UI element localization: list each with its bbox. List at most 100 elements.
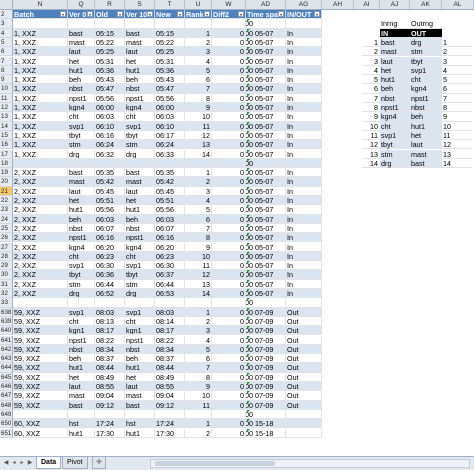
side-outrng-cell[interactable]: beh (410, 112, 442, 122)
time-span-cell[interactable]: 0005-07 (246, 130, 286, 141)
table-cell[interactable] (125, 298, 155, 308)
table-cell[interactable]: 05:15 (95, 28, 125, 38)
table-cell[interactable]: svp1 (125, 261, 155, 271)
table-cell[interactable]: svp1 (68, 307, 95, 317)
table-cell[interactable]: 1, XXZ (13, 130, 68, 141)
table-cell[interactable]: 05:42 (95, 177, 125, 187)
in-out-cell[interactable]: In (286, 140, 322, 150)
table-cell[interactable]: 8 (185, 93, 212, 103)
column-header-u[interactable]: U (185, 0, 212, 9)
table-cell[interactable]: hut1 (125, 428, 155, 438)
table-cell[interactable]: tbyt (125, 270, 155, 280)
table-cell[interactable]: cht (125, 251, 155, 262)
table-cell[interactable]: mast (125, 177, 155, 187)
add-sheet-icon[interactable]: ✚ (92, 457, 106, 469)
table-cell[interactable]: 08:34 (95, 344, 125, 355)
table-cell[interactable]: 3 (185, 47, 212, 57)
table-cell[interactable]: 08:03 (95, 307, 125, 317)
table-cell[interactable]: 0 (212, 84, 246, 94)
side-inrng-cell[interactable]: stm (380, 149, 410, 159)
table-cell[interactable]: laut (125, 186, 155, 196)
row-number[interactable]: 33 (0, 298, 13, 308)
table-cell[interactable]: 59, XXZ (13, 307, 68, 317)
row-number[interactable]: 643 (0, 354, 13, 364)
in-out-cell[interactable]: In (286, 149, 322, 159)
table-cell[interactable]: 1, XXZ (13, 47, 68, 57)
in-out-cell[interactable]: Out (286, 307, 322, 317)
table-cell[interactable]: 17:30 (155, 428, 185, 438)
row-number[interactable]: 640 (0, 326, 13, 336)
table-cell[interactable]: 06:03 (155, 214, 185, 224)
table-cell[interactable]: 1, XXZ (13, 121, 68, 131)
side-row-number[interactable]: 3 (362, 57, 380, 66)
table-cell[interactable]: 1 (185, 307, 212, 317)
table-cell[interactable]: 06:30 (95, 261, 125, 271)
table-cell[interactable]: drg (68, 289, 95, 299)
side-index-cell[interactable]: 2 (442, 47, 472, 57)
table-cell[interactable]: 08:37 (155, 354, 185, 364)
table-cell[interactable]: cht (125, 112, 155, 122)
table-cell[interactable] (125, 409, 155, 420)
table-cell[interactable]: 59, XXZ (13, 400, 68, 410)
table-cell[interactable]: stm (68, 140, 95, 150)
table-cell[interactable]: 4 (185, 335, 212, 345)
table-cell[interactable]: 13 (185, 279, 212, 289)
table-cell[interactable]: 1, XXZ (13, 65, 68, 76)
row-number[interactable]: 17 (0, 149, 13, 159)
time-span-cell[interactable]: 0007-09 (246, 354, 286, 364)
table-cell[interactable]: 08:55 (95, 382, 125, 392)
table-cell[interactable]: laut (68, 382, 95, 392)
row-number[interactable]: 5 (0, 37, 13, 48)
side-row-number[interactable]: 4 (362, 66, 380, 76)
table-cell[interactable]: 2, XXZ (13, 223, 68, 234)
table-cell[interactable]: 2, XXZ (13, 270, 68, 280)
table-cell[interactable]: 11 (185, 121, 212, 131)
table-cell[interactable]: 05:31 (155, 56, 185, 66)
row-number[interactable]: 16 (0, 140, 13, 150)
in-out-cell[interactable]: In (286, 47, 322, 57)
table-cell[interactable]: 05:15 (155, 28, 185, 38)
table-cell[interactable]: 06:17 (155, 130, 185, 141)
filter-dropdown-icon[interactable] (60, 11, 66, 17)
table-cell[interactable]: 4 (185, 56, 212, 66)
filter-dropdown-icon[interactable] (278, 11, 284, 17)
in-out-cell[interactable]: Out (286, 326, 322, 336)
table-cell[interactable]: 2 (185, 316, 212, 327)
table-cell[interactable]: hut1 (68, 363, 95, 373)
table-cell[interactable]: 0 (212, 233, 246, 243)
table-cell[interactable]: 05:56 (155, 93, 185, 103)
select-all-corner[interactable] (0, 0, 13, 9)
filter-dropdown-icon[interactable] (204, 11, 210, 17)
row-number[interactable]: 2 (0, 10, 13, 20)
table-cell[interactable]: 6 (185, 75, 212, 85)
table-cell[interactable]: 06:10 (95, 121, 125, 131)
in-out-cell[interactable]: Out (286, 382, 322, 392)
table-cell[interactable]: 06:10 (155, 121, 185, 131)
table-cell[interactable] (13, 158, 68, 169)
table-cell[interactable]: laut (68, 186, 95, 196)
table-cell[interactable]: npst1 (68, 335, 95, 345)
in-out-cell[interactable]: In (286, 251, 322, 262)
row-number[interactable]: 650 (0, 419, 13, 429)
in-out-cell[interactable]: In (286, 196, 322, 206)
in-out-cell[interactable]: In (286, 121, 322, 131)
time-span-cell[interactable]: 0005-07 (246, 168, 286, 178)
column-header-ag[interactable]: AG (286, 0, 322, 9)
table-cell[interactable]: bast (125, 28, 155, 38)
in-out-cell[interactable]: In (286, 205, 322, 215)
table-cell[interactable]: 10 (185, 251, 212, 262)
table-cell[interactable]: tbyt (68, 130, 95, 141)
first-sheet-nav-icon[interactable]: ◀ (2, 459, 10, 468)
table-cell[interactable]: stm (125, 279, 155, 289)
time-span-cell[interactable]: 0005-07 (246, 56, 286, 66)
table-cell[interactable]: svp1 (68, 121, 95, 131)
table-cell[interactable]: nbst (125, 344, 155, 355)
table-cell[interactable]: het (125, 196, 155, 206)
table-cell[interactable]: 0 (212, 335, 246, 345)
side-outrng-cell[interactable]: mast (410, 149, 442, 159)
column-header-ad[interactable]: AD (246, 0, 286, 9)
in-out-cell[interactable]: In (286, 28, 322, 38)
table-cell[interactable] (212, 298, 246, 308)
row-number[interactable]: 23 (0, 205, 13, 215)
scrollbar-thumb[interactable] (155, 461, 275, 466)
